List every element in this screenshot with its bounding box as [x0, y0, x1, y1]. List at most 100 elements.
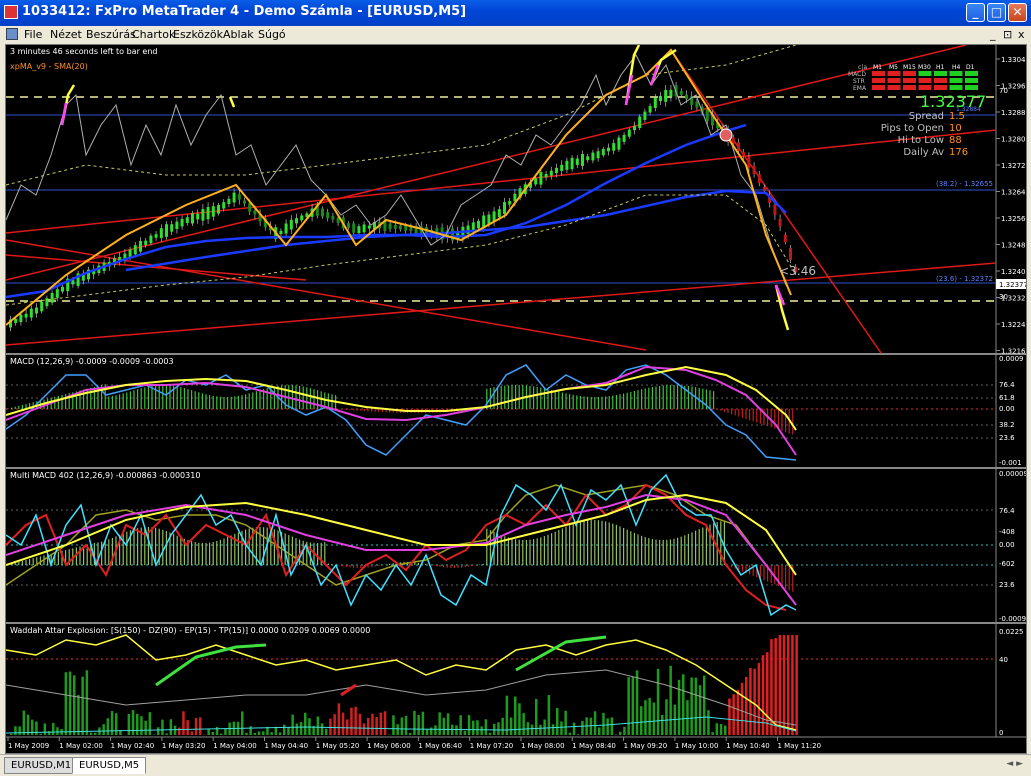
macd-tick-label: 61.8 — [999, 394, 1015, 402]
menu-file[interactable]: File — [24, 28, 42, 41]
candle-body — [581, 154, 584, 166]
row-label: EMA — [853, 85, 867, 92]
candle-body — [607, 148, 610, 152]
candle-body — [233, 193, 236, 203]
waddah-trend-red — [341, 685, 356, 695]
window-title-bar[interactable]: 1033412: FxPro MetaTrader 4 - Demo Száml… — [0, 0, 1031, 26]
candle-body — [35, 308, 38, 314]
waddah-bar — [333, 714, 336, 735]
waddah-bar — [472, 721, 475, 735]
mdi-minimize-button[interactable]: _ — [990, 28, 996, 41]
time-tick-label: 1 May 02:40 — [111, 742, 155, 750]
menu-view[interactable]: Nézet — [50, 28, 82, 41]
time-tick-label: 1 May 06:40 — [418, 742, 462, 750]
menu-window[interactable]: Ablak — [223, 28, 254, 41]
menu-charts[interactable]: Chartok — [132, 28, 175, 41]
waddah-bar — [157, 727, 160, 735]
waddah-bar — [447, 713, 450, 735]
candle-body — [196, 214, 199, 220]
tf-label: H4 — [952, 64, 961, 71]
waddah-bar — [216, 727, 219, 735]
menu-insert[interactable]: Beszúrás — [86, 28, 136, 41]
tf-label: D1 — [966, 64, 975, 71]
waddah-bar — [249, 726, 252, 735]
multi-macd-tick-label: -0.00094 — [999, 615, 1026, 623]
waddah-bar — [35, 721, 38, 735]
waddah-bar — [136, 714, 139, 735]
tf-label: M30 — [918, 64, 931, 71]
chart-window-icon[interactable] — [6, 28, 18, 40]
candle-body — [352, 223, 355, 232]
waddah-bar — [14, 726, 17, 735]
menu-help[interactable]: Súgó — [258, 28, 286, 41]
spread-value: 1.5 — [949, 111, 965, 122]
chart-window[interactable]: 3 minutes 46 seconds left to bar end xpM… — [5, 44, 1027, 754]
candle-body — [285, 224, 288, 234]
waddah-bar — [212, 732, 215, 735]
chart-canvas[interactable]: 3 minutes 46 seconds left to bar end xpM… — [6, 45, 1026, 753]
signal-cell — [872, 78, 885, 83]
pips-to-open-label: Pips to Open — [881, 123, 944, 134]
waddah-bar — [791, 635, 794, 735]
waddah-bar — [69, 672, 72, 735]
waddah-bar — [632, 676, 635, 735]
waddah-panel[interactable]: Waddah Attar Explosion: [S(150) - DZ(90)… — [6, 626, 1024, 737]
waddah-bar — [699, 685, 702, 735]
tab-eurusd-m1[interactable]: EURUSD,M1 — [4, 757, 78, 774]
candle-body — [279, 231, 282, 234]
candle-body — [789, 248, 792, 260]
waddah-bar — [182, 711, 185, 735]
tab-scroll-arrows[interactable]: ◄ ► — [1006, 759, 1023, 769]
waddah-bar — [317, 717, 320, 735]
waddah-bar — [174, 726, 177, 735]
maximize-button[interactable]: □ — [987, 3, 1006, 22]
waddah-bar — [287, 727, 290, 735]
close-button[interactable]: ✕ — [1008, 3, 1027, 22]
waddah-bar — [199, 717, 202, 735]
mdi-close-button[interactable]: x — [1018, 28, 1025, 41]
waddah-bar — [220, 734, 223, 735]
multi-macd-panel[interactable]: Multi MACD 402 (12,26,9) -0.000863 -0.00… — [6, 470, 1026, 623]
candle-body — [201, 209, 204, 221]
waddah-bar — [661, 715, 664, 735]
candle-body — [508, 201, 511, 205]
minimize-button[interactable]: _ — [966, 3, 985, 22]
waddah-bar — [144, 721, 147, 735]
time-tick-label: 1 May 11:20 — [778, 742, 822, 750]
candle-body — [227, 199, 230, 204]
candle-body — [170, 224, 173, 231]
candle-body — [243, 200, 246, 203]
tab-eurusd-m5[interactable]: EURUSD,M5 — [72, 757, 146, 774]
app-icon — [4, 5, 18, 19]
hi-to-low-value: 88 — [949, 135, 962, 146]
macd-panel[interactable]: MACD (12,26,9) -0.0009 -0.0009 -0.0003 0… — [6, 355, 1024, 467]
candle-body — [555, 168, 558, 173]
waddah-bar — [560, 721, 563, 735]
price-tick-label: 1.32725 — [1001, 162, 1026, 170]
waddah-bar — [657, 669, 660, 735]
candle-body — [659, 96, 662, 101]
time-tick-label: 1 May 04:40 — [265, 742, 309, 750]
candle-body — [545, 174, 548, 177]
signal-cell — [872, 71, 885, 76]
candle-body — [139, 241, 142, 252]
waddah-trend-green — [156, 645, 266, 685]
waddah-bar — [535, 699, 538, 735]
candle-body — [238, 194, 241, 200]
waddah-bar — [779, 635, 782, 735]
spread-label: Spread — [909, 111, 944, 122]
candle-body — [680, 91, 683, 95]
waddah-bar — [627, 677, 630, 735]
waddah-bar — [119, 731, 122, 735]
waddah-bar — [686, 700, 689, 735]
time-tick-label: 1 May 04:00 — [213, 742, 257, 750]
candle-body — [742, 152, 745, 156]
waddah-bar — [354, 707, 357, 735]
mdi-restore-button[interactable]: ⊡ — [1003, 28, 1012, 41]
signal-cell — [965, 78, 978, 83]
menu-tools[interactable]: Eszközök — [173, 28, 223, 41]
waddah-bar — [695, 678, 698, 735]
price-tick-label: 1.32405 — [1001, 268, 1026, 276]
candle-body — [253, 210, 256, 214]
candle-body — [612, 143, 615, 151]
